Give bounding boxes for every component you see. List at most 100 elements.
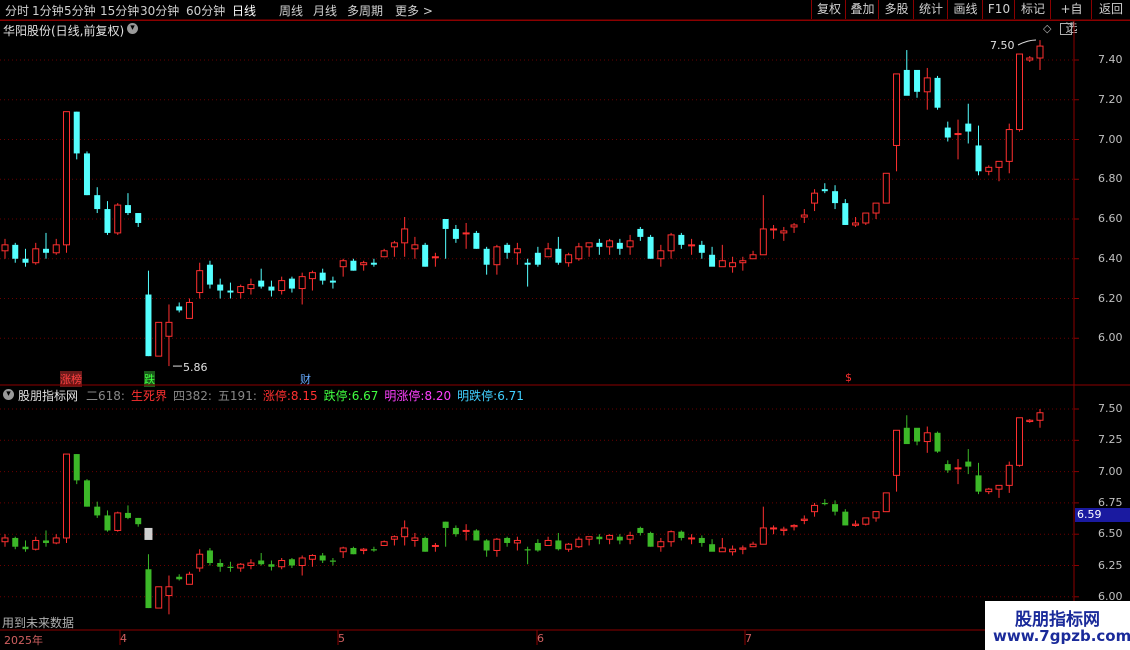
indicator-body	[278, 559, 286, 568]
candle-body	[770, 228, 778, 231]
indicator-body	[462, 529, 470, 532]
indicator-body	[401, 527, 409, 538]
candle-body	[800, 214, 808, 218]
indicator-body	[995, 484, 1003, 490]
candle-body	[790, 224, 798, 228]
indicator-body	[1005, 464, 1013, 486]
indicator-body	[452, 527, 459, 535]
candle-body	[616, 242, 623, 249]
candle-body	[319, 272, 326, 281]
indicator-body	[319, 555, 326, 561]
indicator-body	[339, 547, 347, 553]
indicator-body	[544, 539, 552, 546]
candlestick-chart	[0, 19, 1130, 645]
candle-body	[390, 242, 398, 248]
indicator-body	[114, 512, 122, 531]
candle-body	[370, 262, 377, 265]
indicator-body	[770, 527, 778, 530]
indicator-body	[268, 564, 275, 567]
indicator-body	[135, 517, 142, 525]
indicator-body	[709, 544, 716, 552]
indicator-body	[718, 547, 726, 553]
indicator-body	[678, 531, 685, 538]
indicator-body	[390, 536, 398, 540]
candle-body	[1036, 45, 1044, 59]
candle-body	[1016, 53, 1024, 131]
indicator-body	[759, 527, 767, 545]
candle-body	[22, 258, 29, 263]
indicator-body	[596, 536, 603, 540]
indicator-body	[124, 512, 131, 518]
indicator-body	[411, 537, 419, 541]
candle-body	[575, 246, 583, 260]
indicator-body	[872, 511, 880, 519]
indicator-body	[104, 515, 111, 531]
indicator-body	[637, 527, 644, 533]
indicator-body	[1036, 412, 1044, 421]
indicator-body	[790, 524, 798, 528]
indicator-body	[903, 427, 910, 445]
candle-body	[206, 264, 213, 285]
indicator-body	[555, 540, 562, 550]
indicator-body	[73, 454, 80, 481]
candle-body	[308, 272, 316, 280]
indicator-body	[832, 504, 839, 512]
indicator-body	[934, 432, 941, 452]
candle-body	[12, 244, 19, 259]
indicator-body	[288, 559, 295, 566]
candle-body	[442, 219, 449, 229]
indicator-body	[780, 528, 788, 531]
indicator-body	[534, 542, 541, 551]
indicator-body	[22, 546, 29, 550]
candle-body	[227, 290, 234, 293]
candle-body	[1005, 129, 1013, 162]
candle-body	[759, 228, 767, 256]
candle-body	[544, 248, 552, 258]
candle-body	[196, 270, 204, 294]
candle-body	[278, 280, 286, 292]
candle-body	[852, 222, 860, 226]
candle-body	[493, 246, 501, 266]
candle-body	[452, 228, 459, 239]
indicator-body	[565, 543, 573, 550]
indicator-body	[329, 560, 336, 562]
candle-body	[842, 203, 849, 225]
candle-body	[360, 262, 368, 266]
indicator-body	[504, 537, 511, 543]
candle-body	[749, 254, 757, 260]
indicator-body	[42, 540, 49, 543]
candle-body	[811, 192, 819, 204]
candle-body	[729, 262, 737, 268]
candle-body	[247, 284, 255, 290]
candle-body	[606, 240, 614, 248]
candle-body	[104, 209, 111, 233]
candle-body	[657, 250, 665, 260]
candle-body	[667, 234, 675, 252]
candle-body	[555, 248, 562, 263]
candle-body	[401, 228, 409, 244]
indicator-body	[227, 566, 234, 569]
candle-body	[185, 301, 193, 319]
candle-body	[329, 280, 336, 283]
candle-body	[411, 244, 419, 250]
indicator-body	[647, 532, 654, 547]
indicator-body	[473, 530, 480, 541]
candle-body	[954, 133, 962, 136]
candle-body	[688, 244, 696, 247]
candle-body	[985, 166, 993, 172]
indicator-body	[821, 502, 828, 505]
indicator-body	[739, 547, 747, 550]
candle-body	[288, 278, 295, 289]
indicator-body	[298, 557, 306, 566]
candle-body	[268, 286, 275, 291]
indicator-body	[32, 539, 40, 550]
candle-body	[504, 244, 511, 253]
indicator-body	[626, 534, 634, 540]
candle-body	[637, 228, 644, 237]
indicator-body	[698, 537, 705, 543]
candle-body	[524, 262, 531, 265]
candle-body	[258, 280, 265, 287]
candle-body	[534, 252, 541, 265]
candle-body	[596, 242, 603, 247]
indicator-body	[258, 560, 265, 565]
